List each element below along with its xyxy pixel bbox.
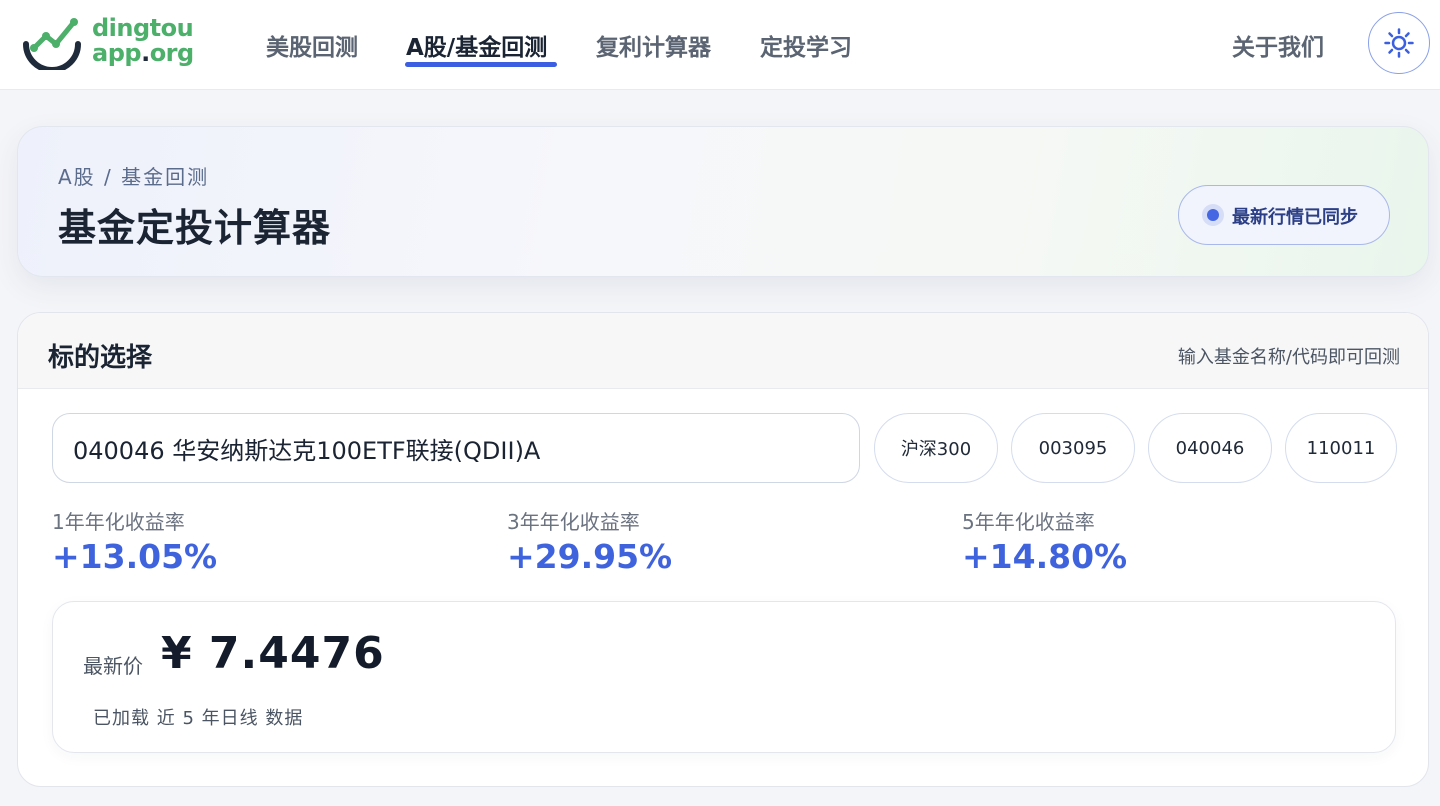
panel-hint: 输入基金名称/代码即可回测	[1177, 347, 1400, 368]
sun-icon	[1384, 28, 1414, 58]
logo-line-2-app: app	[92, 39, 142, 67]
latest-price-value: ¥ 7.4476	[161, 628, 385, 679]
panel-header: 标的选择 输入基金名称/代码即可回测	[18, 313, 1428, 389]
nav-compound-calculator[interactable]: 复利计算器	[596, 28, 711, 62]
site-logo[interactable]: dingtou app.org	[22, 14, 212, 70]
sync-status-text: 最新行情已同步	[1232, 207, 1358, 228]
fund-search-input[interactable]	[52, 413, 860, 483]
theme-toggle-button[interactable]	[1368, 12, 1430, 74]
quick-pick-hs300[interactable]: 沪深300	[874, 413, 998, 483]
quick-pick-040046[interactable]: 040046	[1148, 413, 1272, 483]
target-selection-panel: 标的选择 输入基金名称/代码即可回测 沪深300 003095 040046 1…	[17, 312, 1429, 787]
logo-line-1: dingtou	[92, 14, 194, 42]
nav-about-us[interactable]: 关于我们	[1232, 28, 1324, 62]
metric-1y-value: +13.05%	[52, 537, 218, 576]
breadcrumb: A股 / 基金回测	[58, 165, 210, 189]
metric-5y-value: +14.80%	[962, 537, 1128, 576]
latest-price-card: 最新价 ¥ 7.4476 已加载 近 5 年日线 数据	[52, 601, 1396, 753]
sync-status-badge: 最新行情已同步	[1178, 185, 1390, 245]
metric-3y-label: 3年年化收益率	[507, 510, 640, 534]
chart-logo-icon	[23, 18, 81, 70]
metric-5y-label: 5年年化收益率	[962, 510, 1095, 534]
latest-price-label: 最新价	[83, 654, 143, 678]
quick-pick-003095[interactable]: 003095	[1011, 413, 1135, 483]
status-dot-icon	[1202, 204, 1224, 226]
page-title: 基金定投计算器	[58, 206, 332, 250]
metric-1y-label: 1年年化收益率	[52, 510, 185, 534]
nav-a-share-fund-backtest[interactable]: A股/基金回测	[406, 28, 547, 62]
logo-line-2-dot: .	[141, 39, 150, 67]
metric-3y-value: +29.95%	[507, 537, 673, 576]
page-hero: A股 / 基金回测 基金定投计算器 最新行情已同步	[17, 126, 1429, 277]
data-loaded-note: 已加载 近 5 年日线 数据	[93, 708, 304, 729]
panel-title: 标的选择	[48, 343, 153, 373]
nav-us-stock-backtest[interactable]: 美股回测	[266, 28, 358, 62]
logo-wordmark: dingtou app.org	[92, 16, 194, 66]
nav-dca-learning[interactable]: 定投学习	[760, 28, 852, 62]
quick-pick-110011[interactable]: 110011	[1285, 413, 1397, 483]
nav-active-underline	[405, 62, 557, 67]
logo-line-2-org: org	[149, 39, 195, 67]
top-navbar: dingtou app.org 美股回测 A股/基金回测 复利计算器 定投学习 …	[0, 0, 1440, 90]
